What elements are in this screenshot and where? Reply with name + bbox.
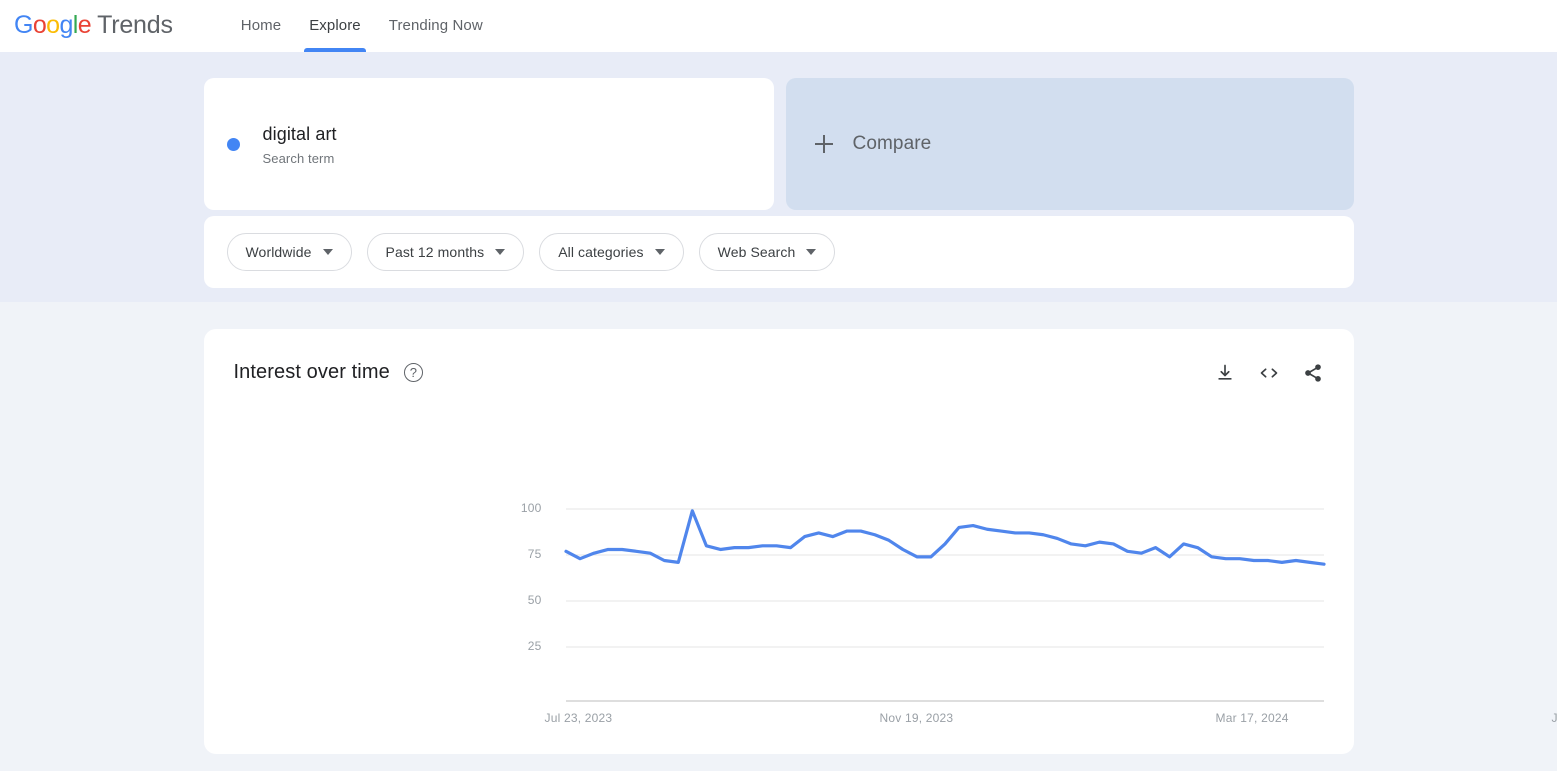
y-axis-tick-50: 50 — [527, 593, 542, 607]
chevron-down-icon — [495, 249, 506, 255]
chevron-down-icon — [806, 249, 817, 255]
series-line-digital-art — [563, 509, 1326, 566]
search-term-card[interactable]: digital art Search term — [203, 78, 774, 210]
content-area: Interest over time ? 25 50 75 100 Jul 23… — [0, 302, 1557, 754]
brand-logo[interactable]: Google Trends — [14, 11, 173, 40]
interest-over-time-card: Interest over time ? 25 50 75 100 Jul 23… — [203, 329, 1557, 754]
main-nav: Home Explore Trending Now — [227, 0, 497, 52]
embed-code-icon[interactable] — [1258, 362, 1280, 384]
y-axis-tick-100: 100 — [520, 501, 542, 515]
x-axis-tick-3: Jul 14, 2024 — [1551, 711, 1557, 725]
filter-search-type[interactable]: Web Search — [698, 233, 836, 271]
download-icon[interactable] — [1214, 362, 1236, 384]
search-term-label: digital art — [262, 123, 337, 144]
chevron-down-icon — [322, 249, 333, 255]
page-title: Interest over time — [233, 361, 390, 383]
nav-item-explore[interactable]: Explore — [295, 0, 375, 52]
filter-time-range-label: Past 12 months — [385, 244, 485, 260]
line-chart — [563, 508, 1326, 702]
nav-item-trending-now[interactable]: Trending Now — [375, 0, 497, 52]
filter-location-label: Worldwide — [245, 244, 312, 260]
filter-search-type-label: Web Search — [717, 244, 796, 260]
y-axis-tick-75: 75 — [527, 547, 542, 561]
series-color-dot — [226, 137, 240, 151]
help-icon[interactable]: ? — [403, 363, 423, 382]
plus-icon — [814, 135, 833, 153]
x-axis-tick-0: Jul 23, 2023 — [544, 711, 613, 725]
chevron-down-icon — [654, 249, 665, 255]
filters-bar: Worldwide Past 12 months All categories … — [203, 216, 1354, 288]
filter-location[interactable]: Worldwide — [226, 233, 352, 271]
compare-label: Compare — [852, 133, 932, 154]
share-icon[interactable] — [1302, 362, 1324, 384]
search-term-type: Search term — [262, 150, 335, 166]
search-band: digital art Search term Compare Worldwid… — [0, 52, 1557, 302]
filter-category-label: All categories — [558, 244, 644, 260]
compare-button[interactable]: Compare — [785, 78, 1354, 210]
nav-item-home[interactable]: Home — [227, 0, 295, 52]
product-name: Trends — [97, 11, 173, 39]
chart-plot-area: 25 50 75 100 Jul 23, 2023 Nov 19, 2023 Mar 17,… — [204, 429, 1557, 729]
term-row: digital art Search term Compare — [203, 78, 1354, 210]
filter-category[interactable]: All categories — [539, 233, 684, 271]
filter-time-range[interactable]: Past 12 months — [366, 233, 525, 271]
google-wordmark: Google — [14, 11, 92, 39]
app-header: Google Trends Home Explore Trending Now — [0, 0, 1557, 52]
y-axis-tick-25: 25 — [527, 639, 542, 653]
x-axis-tick-2: Mar 17, 2024 — [1215, 711, 1289, 725]
chart-header: Interest over time ? — [204, 329, 1354, 384]
chart-actions — [1214, 362, 1324, 384]
x-axis-tick-1: Nov 19, 2023 — [879, 711, 954, 725]
